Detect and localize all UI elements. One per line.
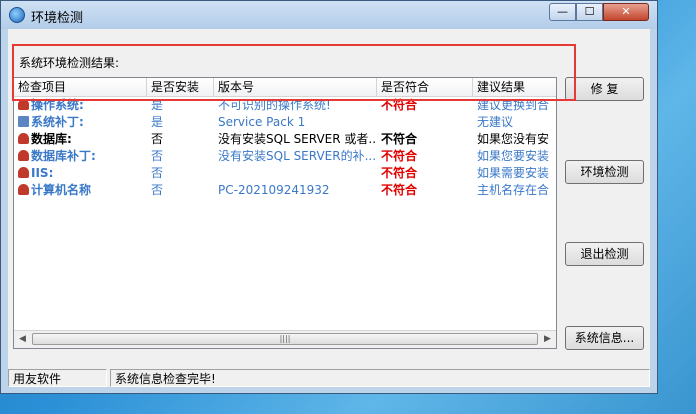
row-advice: 主机名存在合 [477,183,550,197]
row-version: Service Pack 1 [218,115,306,129]
status-message: 系统信息检查完毕! [110,369,650,387]
alarm-icon [18,167,29,178]
row-advice: 如果需要安装 [477,166,550,180]
row-installed: 否 [151,149,164,163]
row-version [214,165,377,182]
service-pack-icon [18,116,29,127]
highlight-box [12,44,576,101]
title-bar[interactable]: 环境检测 — ☐ ✕ [1,1,657,29]
list-row-database[interactable]: 数据库: 否 没有安装SQL SERVER 或者... 不符合 如果您没有安 [14,131,556,148]
app-window: 环境检测 — ☐ ✕ 系统环境检测结果: 检查项目 是否安装 版本号 是否符合 … [0,0,658,394]
row-advice: 如果您要安装 [477,149,550,163]
status-vendor: 用友软件 [8,369,107,387]
alarm-icon [18,150,29,161]
system-info-button[interactable]: 系统信息... [565,326,644,350]
list-row-hostname[interactable]: 计算机名称 否 PC-202109241932 不符合 主机名存在合 [14,182,556,199]
row-installed: 否 [151,132,164,146]
row-version: 没有安装SQL SERVER的补... [218,149,377,163]
row-version: PC-202109241932 [218,183,330,197]
list-row-patch[interactable]: 系统补丁: 是 Service Pack 1 无建议 [14,114,556,131]
status-bar: 用友软件 系统信息检查完毕! [8,367,650,387]
close-button[interactable]: ✕ [603,3,649,21]
row-advice: 如果您没有安 [477,132,550,146]
repair-button[interactable]: 修 复 [565,77,644,101]
maximize-button[interactable]: ☐ [576,3,603,21]
app-icon [9,7,25,23]
row-item: IIS: [31,166,54,180]
horizontal-scrollbar[interactable]: ◀ |||| ▶ [14,330,556,348]
row-installed: 否 [151,166,164,180]
minimize-button[interactable]: — [549,3,576,21]
alarm-icon [18,184,29,195]
row-advice: 无建议 [477,115,514,129]
scroll-thumb[interactable]: |||| [32,333,538,345]
env-check-button[interactable]: 环境检测 [565,160,644,184]
row-item: 数据库补丁: [31,149,96,163]
row-compliant: 不符合 [381,149,418,163]
list-row-iis[interactable]: IIS: 否 不符合 如果需要安装 [14,165,556,182]
scroll-right-icon[interactable]: ▶ [539,331,556,348]
row-version: 没有安装SQL SERVER 或者... [218,132,377,146]
exit-check-button[interactable]: 退出检测 [565,242,644,266]
row-installed: 是 [151,115,164,129]
row-compliant: 不符合 [381,166,418,180]
row-compliant [377,114,473,131]
row-item: 系统补丁: [31,115,84,129]
row-item: 计算机名称 [31,183,92,197]
list-row-db-patch[interactable]: 数据库补丁: 否 没有安装SQL SERVER的补... 不符合 如果您要安装 [14,148,556,165]
results-list[interactable]: 检查项目 是否安装 版本号 是否符合 建议结果 操作系统: 是 不可识别的操作系… [13,77,557,349]
row-compliant: 不符合 [381,132,418,146]
row-compliant: 不符合 [381,183,418,197]
alarm-icon [18,133,29,144]
window-title: 环境检测 [31,11,84,26]
row-installed: 否 [151,183,164,197]
scroll-left-icon[interactable]: ◀ [14,331,31,348]
row-item: 数据库: [31,132,72,146]
